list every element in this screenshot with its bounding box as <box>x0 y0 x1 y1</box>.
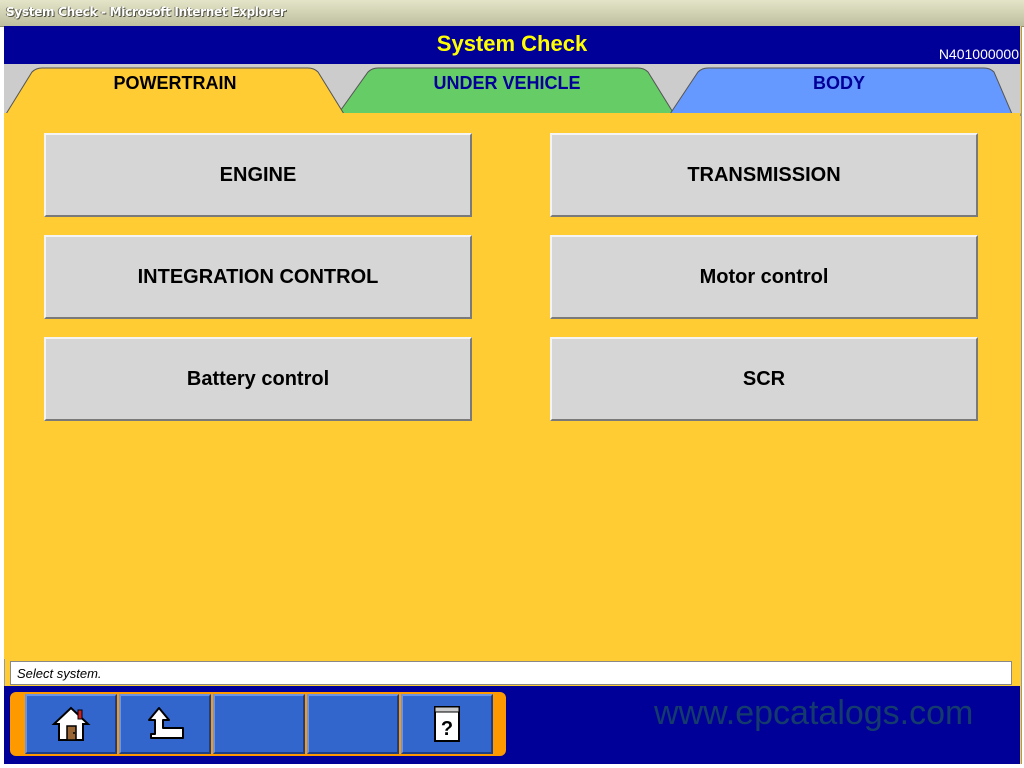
motor-control-button[interactable]: Motor control <box>550 235 978 319</box>
home-button[interactable] <box>25 694 117 754</box>
status-message: Select system. <box>17 666 102 681</box>
status-bar: Select system. <box>10 661 1012 685</box>
battery-control-button[interactable]: Battery control <box>44 337 472 421</box>
integration-control-button[interactable]: INTEGRATION CONTROL <box>44 235 472 319</box>
back-arrow-icon <box>148 707 184 739</box>
home-icon <box>51 706 91 741</box>
engine-button[interactable]: ENGINE <box>44 133 472 217</box>
tab-under-vehicle[interactable]: UNDER VEHICLE <box>376 73 638 94</box>
footer-empty-button-1[interactable] <box>213 694 305 754</box>
svg-text:?: ? <box>441 718 453 740</box>
window-title: System Check - Microsoft Internet Explor… <box>6 5 286 19</box>
app-header: System Check N401000000 <box>4 26 1020 64</box>
page-title: System Check <box>436 31 588 56</box>
back-button[interactable] <box>119 694 211 754</box>
tab-body[interactable]: BODY <box>706 73 972 94</box>
scr-button[interactable]: SCR <box>550 337 978 421</box>
transmission-button[interactable]: TRANSMISSION <box>550 133 978 217</box>
window-titlebar: System Check - Microsoft Internet Explor… <box>0 0 1024 27</box>
watermark: www.epcatalogs.com <box>654 694 974 732</box>
screen-code: N401000000 <box>938 46 1019 62</box>
footer-empty-button-2[interactable] <box>307 694 399 754</box>
help-button[interactable]: ? <box>401 694 493 754</box>
tab-powertrain[interactable]: POWERTRAIN <box>42 73 308 94</box>
help-icon: ? <box>434 706 460 742</box>
